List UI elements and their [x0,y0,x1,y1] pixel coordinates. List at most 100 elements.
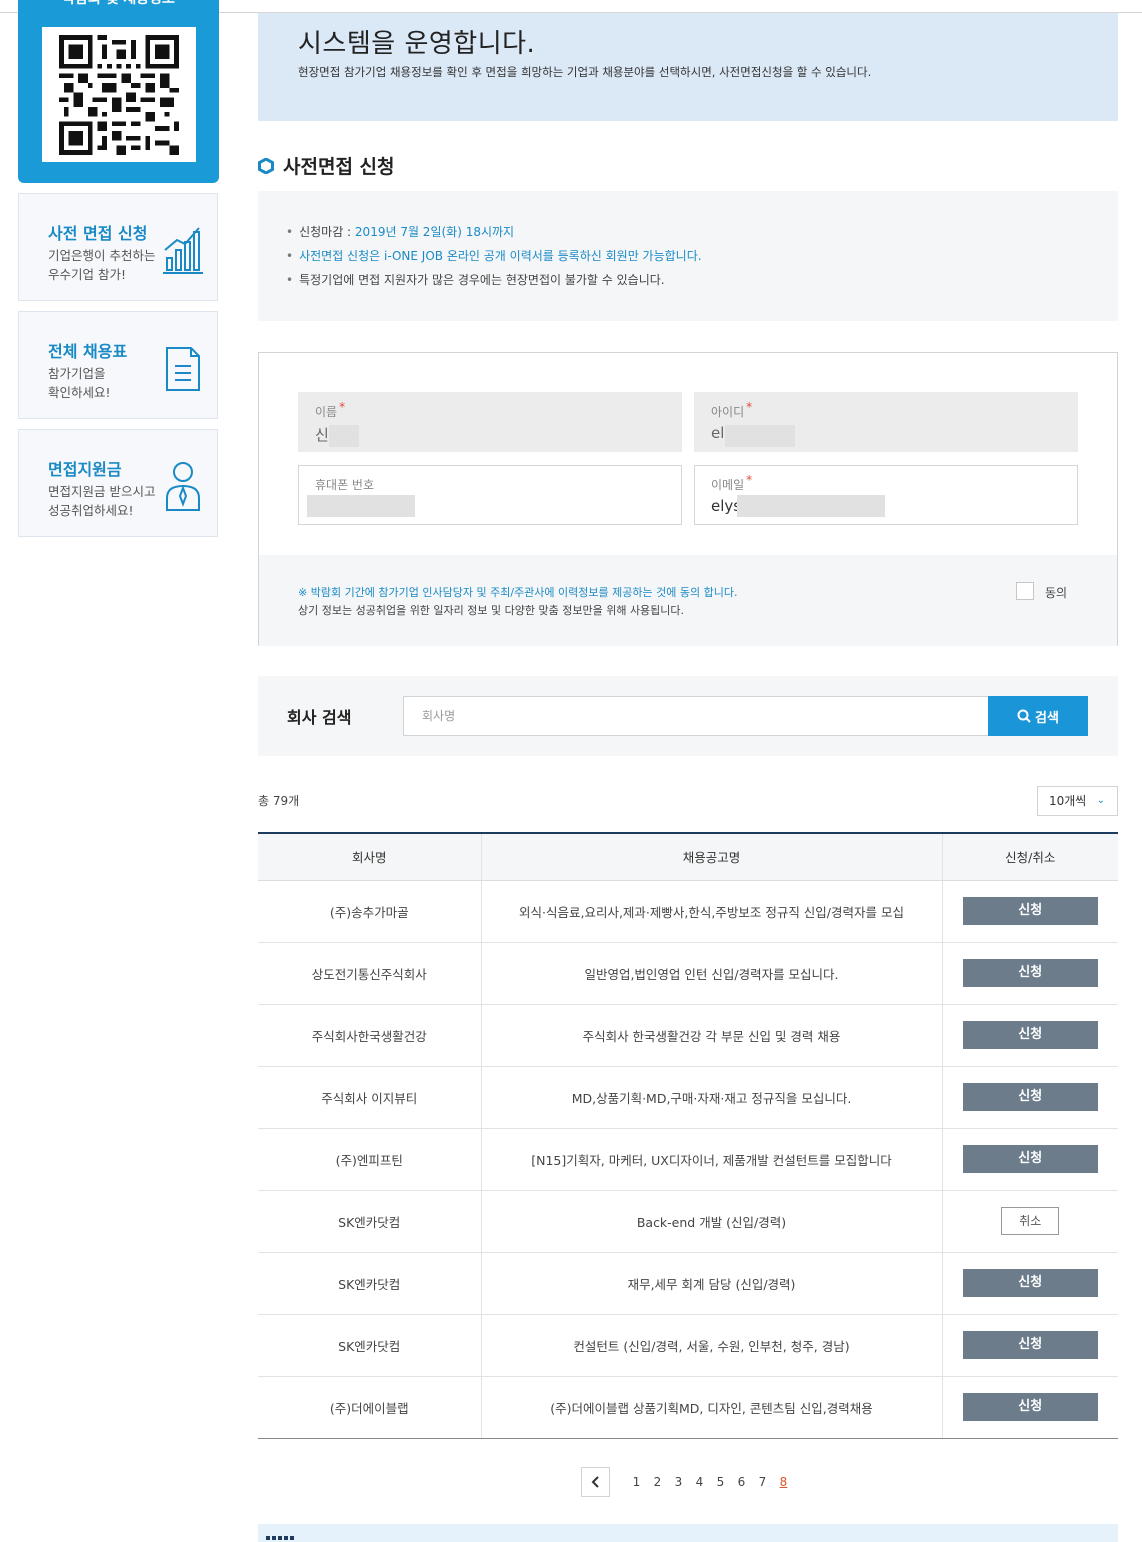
table-row: (주)송추가마골 외식·식음료,요리사,제과·제빵사,한식,주방보조 정규직 신… [258,880,1118,943]
page-link[interactable]: 6 [731,1475,752,1489]
search-button-label: 검색 [1035,710,1059,726]
search-input[interactable] [403,696,989,736]
chevron-down-icon: ⌄ [1096,795,1105,806]
pagination: 1 2 3 4 5 6 7 8 [581,1467,794,1497]
company-cell: SK엔카닷컴 [258,1314,481,1377]
id-field: 아이디 * el [694,392,1078,452]
action-cell: 신청 [941,1252,1118,1315]
redaction-mask [725,425,795,447]
action-cell: 신청 [941,1066,1118,1129]
dots-decoration [266,1536,294,1540]
id-label: 아이디 * [711,400,753,419]
name-value: 신 [315,426,329,444]
deadline-label: 신청마감 : [299,225,355,239]
redaction-mask [307,495,415,517]
section-heading: 사전면접 신청 [258,152,395,179]
per-page-select[interactable]: 10개씩 ⌄ [1037,786,1118,816]
sidebar-card-job-list[interactable]: 전체 채용표 참가기업을 확인하세요! [18,311,218,419]
notice-membership: 사전면접 신청은 i-ONE JOB 온라인 공개 이력서를 등록하신 회원만 … [299,249,702,263]
table-row: (주)더에이블랩 (주)더에이블랩 상품기획MD, 디자인, 콘텐츠팀 신입,경… [258,1376,1118,1439]
page-link-current[interactable]: 8 [773,1475,794,1489]
job-title-cell: [N15]기획자, 마케터, UX디자이너, 제품개발 컨설턴트를 모집합니다 [480,1128,942,1191]
sidebar-card-desc: 면접지원금 받으시고 성공취업하세요! [48,484,156,518]
notice-item: 사전면접 신청은 i-ONE JOB 온라인 공개 이력서를 등록하신 회원만 … [286,244,702,268]
apply-button[interactable]: 신청 [962,1269,1098,1297]
sidebar-card-desc: 참가기업을 확인하세요! [48,366,111,400]
name-label: 이름 * [315,400,346,419]
phone-field[interactable]: 휴대폰 번호 [298,465,682,525]
intro-banner: 시스템을 운영합니다. 현장면접 참가기업 채용정보를 확인 후 면접을 희망하… [258,13,1118,121]
per-page-value: 10개씩 [1049,794,1087,808]
table-row: (주)엔피프틴 [N15]기획자, 마케터, UX디자이너, 제품개발 컨설턴트… [258,1128,1118,1191]
job-title-cell: 컨설턴트 (신입/경력, 서울, 수원, 인부천, 청주, 경남) [480,1314,942,1377]
person-icon [166,462,200,511]
search-icon [1017,709,1031,723]
action-cell: 신청 [941,1128,1118,1191]
notice-capacity: 특정기업에 면접 지원자가 많은 경우에는 현장면접이 불가할 수 있습니다. [299,273,665,287]
company-cell: SK엔카닷컴 [258,1190,481,1253]
page-link[interactable]: 5 [710,1475,731,1489]
apply-button[interactable]: 신청 [962,959,1098,987]
email-label: 이메일 * [711,473,753,492]
job-title-cell: MD,상품기획·MD,구매·자재·재고 정규직을 모십니다. [480,1066,942,1129]
company-search: 회사 검색 검색 [258,676,1118,756]
prev-page-button[interactable] [581,1467,610,1497]
table-header-row: 회사명 채용공고명 신청/취소 [258,833,1118,881]
agree-label[interactable]: 동의 [1045,584,1067,601]
company-cell: 주식회사한국생활건강 [258,1004,481,1067]
id-value: el [711,424,725,442]
document-icon [166,347,200,391]
page-link[interactable]: 3 [668,1475,689,1489]
cancel-button[interactable]: 취소 [1001,1207,1060,1235]
company-cell: SK엔카닷컴 [258,1252,481,1315]
consent-area: ※ 박람회 기간에 참가기업 인사담당자 및 주최/주관사에 이력정보를 제공하… [259,555,1117,646]
sidebar-card-title: 전체 채용표 [48,342,128,361]
apply-button[interactable]: 신청 [962,1021,1098,1049]
total-count: 총 79개 [258,794,300,808]
page-link[interactable]: 1 [626,1475,647,1489]
job-title-cell: 외식·식음료,요리사,제과·제빵사,한식,주방보조 정규직 신입/경력자를 모십 [480,880,942,943]
chevron-left-icon [591,1476,599,1488]
page-link[interactable]: 4 [689,1475,710,1489]
apply-button[interactable]: 신청 [962,1145,1098,1173]
action-cell: 신청 [941,880,1118,943]
table-row: SK엔카닷컴 컨설턴트 (신입/경력, 서울, 수원, 인부천, 청주, 경남)… [258,1314,1118,1377]
redaction-mask [737,495,885,517]
apply-button[interactable]: 신청 [962,897,1098,925]
agree-checkbox[interactable] [1016,582,1034,600]
page-link[interactable]: 2 [647,1475,668,1489]
company-cell: 주식회사 이지뷰티 [258,1066,481,1129]
job-title-cell: 재무,세무 회계 담당 (신입/경력) [480,1252,942,1315]
table-row: SK엔카닷컴 재무,세무 회계 담당 (신입/경력) 신청 [258,1252,1118,1315]
email-field[interactable]: 이메일 * elys [694,465,1078,525]
apply-button[interactable]: 신청 [962,1083,1098,1111]
company-cell: 상도전기통신주식회사 [258,942,481,1005]
apply-button[interactable]: 신청 [962,1393,1098,1421]
table-row: 주식회사 이지뷰티 MD,상품기획·MD,구매·자재·재고 정규직을 모십니다.… [258,1066,1118,1129]
sidebar-card-title: 사전 면접 신청 [48,224,148,243]
job-title-cell: Back-end 개발 (신입/경력) [480,1190,942,1253]
job-title-cell: 일반영업,법인영업 인턴 신입/경력자를 모십니다. [480,942,942,1005]
consent-note: 상기 정보는 성공취업을 위한 일자리 정보 및 다양한 맞춤 정보만을 위해 … [298,604,685,617]
bar-chart-icon [163,227,203,274]
action-cell: 신청 [941,1004,1118,1067]
sidebar-card-interview[interactable]: 사전 면접 신청 기업은행이 추천하는 우수기업 참가! [18,193,218,301]
search-label: 회사 검색 [287,708,352,727]
action-cell: 신청 [941,942,1118,1005]
notice-item: 특정기업에 면접 지원자가 많은 경우에는 현장면접이 불가할 수 있습니다. [286,268,702,292]
section-title: 사전면접 신청 [283,156,395,178]
apply-button[interactable]: 신청 [962,1331,1098,1359]
redaction-mask [329,425,359,447]
sidebar-card-subsidy[interactable]: 면접지원금 면접지원금 받으시고 성공취업하세요! [18,429,218,537]
company-cell: (주)엔피프틴 [258,1128,481,1191]
qr-code-image [42,27,196,162]
job-title-cell: 주식회사 한국생활건강 각 부문 신입 및 경력 채용 [480,1004,942,1067]
banner-title: 시스템을 운영합니다. [298,29,536,59]
table-row: 상도전기통신주식회사 일반영업,법인영업 인턴 신입/경력자를 모십니다. 신청 [258,942,1118,1005]
phone-label: 휴대폰 번호 [315,478,375,492]
search-button[interactable]: 검색 [988,696,1088,736]
job-table: 회사명 채용공고명 신청/취소 (주)송추가마골 외식·식음료,요리사,제과·제… [258,832,1118,1439]
page-link[interactable]: 7 [752,1475,773,1489]
company-cell: (주)더에이블랩 [258,1376,481,1439]
name-field: 이름 * 신 [298,392,682,452]
